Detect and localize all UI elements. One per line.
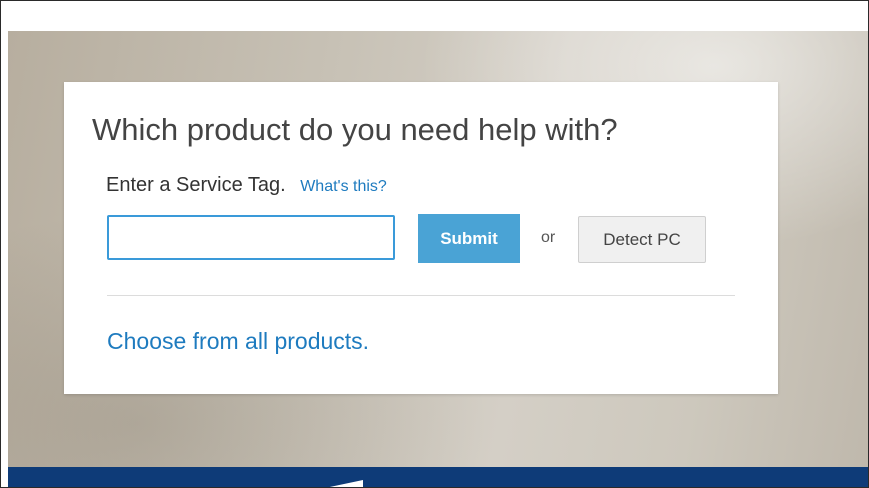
service-tag-input[interactable] <box>107 215 395 260</box>
page-title: Which product do you need help with? <box>92 112 618 147</box>
divider <box>107 295 735 296</box>
footer-bar <box>8 467 869 488</box>
footer-logo-icon <box>325 480 363 488</box>
product-help-card: Which product do you need help with? Ent… <box>64 82 778 394</box>
submit-button[interactable]: Submit <box>418 214 520 263</box>
detect-pc-button[interactable]: Detect PC <box>578 216 706 263</box>
whats-this-link[interactable]: What's this? <box>300 178 387 195</box>
service-tag-row: Enter a Service Tag. What's this? <box>106 174 387 197</box>
choose-all-products-link[interactable]: Choose from all products. <box>107 328 369 355</box>
service-tag-label: Enter a Service Tag. <box>106 174 286 196</box>
or-separator-text: or <box>541 229 556 246</box>
top-blank-strip <box>8 1 869 31</box>
